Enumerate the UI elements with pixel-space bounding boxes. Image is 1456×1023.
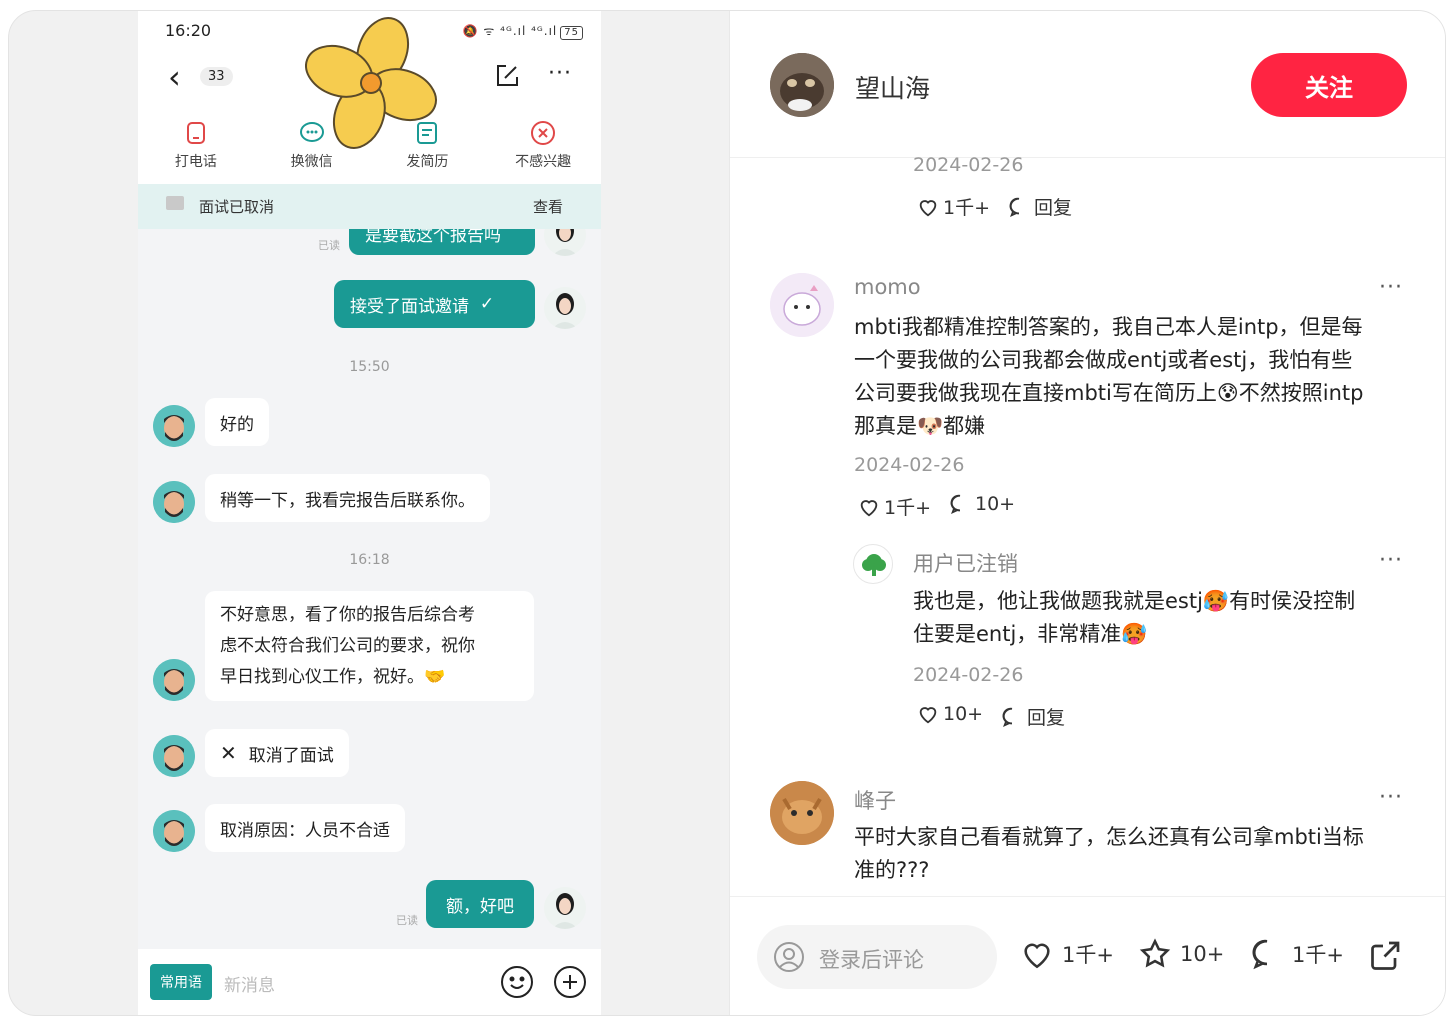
- comment-icon: [950, 494, 961, 515]
- read-receipt: 已读: [396, 914, 418, 927]
- avatar[interactable]: [153, 735, 195, 777]
- unread-badge: 33: [200, 67, 233, 86]
- action-not-interested[interactable]: 不感兴趣: [485, 109, 601, 185]
- action-call[interactable]: 打电话: [138, 109, 254, 185]
- like-button[interactable]: 1千+: [858, 493, 931, 520]
- heart-icon: [919, 199, 937, 216]
- timestamp: 15:50: [349, 359, 390, 375]
- heart-icon: [919, 707, 937, 724]
- comment-icon: [1002, 707, 1013, 727]
- more-icon[interactable]: ···: [1379, 275, 1403, 300]
- comment-date: 2024-02-26: [913, 154, 1024, 176]
- comment-text: mbti我都精准控制答案的，我自己本人是intp，但是每 一个要我做的公司我都会…: [854, 315, 1364, 438]
- chat-message-accepted: 接受了面试邀请 ✓: [334, 280, 535, 328]
- chat-screenshot: 是要截这个报告吗 已读 接受了面试邀请 ✓ 15:50 好的 稍等一下，我看完报…: [138, 11, 601, 1015]
- view-link[interactable]: 查看: [533, 196, 563, 217]
- comment-icon: [1252, 939, 1268, 970]
- heart-icon: [1024, 943, 1050, 969]
- avatar[interactable]: [153, 659, 195, 701]
- comment-date: 2024-02-26: [913, 664, 1024, 686]
- avatar[interactable]: [153, 810, 195, 852]
- not-interested-icon: [531, 121, 556, 145]
- edit-icon[interactable]: [494, 63, 520, 93]
- chat-message: 稍等一下，我看完报告后联系你。: [205, 474, 490, 522]
- flower-sticker-icon: [305, 17, 437, 149]
- commenter-avatar[interactable]: [770, 273, 834, 337]
- chat-message: 额，好吧: [426, 880, 534, 928]
- avatar[interactable]: [153, 481, 195, 523]
- share-button[interactable]: [1368, 937, 1404, 973]
- chat-message-rejection: 不好意思，看了你的报告后综合考 虑不太符合我们公司的要求，祝你 早日找到心仪工作…: [205, 591, 534, 701]
- chat-message: 好的: [205, 398, 269, 446]
- commenter-avatar[interactable]: [853, 544, 893, 584]
- timestamp: 16:18: [349, 552, 390, 568]
- login-to-comment-input[interactable]: 登录后评论: [757, 925, 997, 989]
- comment-date: 2024-02-26: [854, 454, 965, 476]
- check-icon: ✓: [479, 294, 495, 314]
- status-icons: 🔕 ᯤ ⁴ᴳ.ıl ⁴ᴳ.ıl 75: [463, 22, 583, 40]
- author-avatar[interactable]: [770, 53, 834, 117]
- author-name[interactable]: 望山海: [855, 69, 930, 105]
- commenter-avatar[interactable]: [770, 781, 834, 845]
- commenter-name[interactable]: 用户已注销: [913, 548, 1018, 578]
- avatar[interactable]: [544, 887, 586, 929]
- reply-button[interactable]: 回复: [1008, 193, 1072, 220]
- commenter-name[interactable]: momo: [854, 275, 921, 299]
- screenshot-frame: 是要截这个报告吗 已读 接受了面试邀请 ✓ 15:50 好的 稍等一下，我看完报…: [8, 10, 1446, 1016]
- chat-message-cancel: ✕ 取消了面试: [205, 729, 349, 777]
- like-button[interactable]: 10+: [917, 703, 983, 725]
- battery-icon: 75: [560, 26, 583, 40]
- user-icon: [774, 942, 804, 972]
- heart-icon: [860, 499, 878, 516]
- more-icon[interactable]: ···: [1379, 785, 1403, 810]
- more-icon[interactable]: ···: [548, 61, 572, 86]
- post-author-header: 望山海 关注: [730, 11, 1445, 158]
- share-icon: [1371, 941, 1400, 970]
- status-time: 16:20: [165, 21, 212, 40]
- reply-button[interactable]: 回复: [1001, 703, 1065, 730]
- comment-text: 我也是，他让我做题我就是estj🥵有时侯没控制 住要是entj，非常精准🥵: [913, 589, 1356, 646]
- close-icon: ✕: [220, 741, 237, 765]
- star-icon: [1139, 938, 1171, 968]
- common-phrases-button[interactable]: 常用语: [150, 964, 212, 1000]
- interview-cancelled-banner: 面试已取消 查看: [138, 184, 601, 229]
- avatar[interactable]: [153, 405, 195, 447]
- reply-button[interactable]: 10+: [949, 493, 1015, 515]
- emoji-icon[interactable]: [499, 964, 535, 1004]
- read-receipt: 已读: [318, 239, 340, 252]
- chat-message: 取消原因：人员不合适: [205, 804, 405, 852]
- plus-icon[interactable]: [552, 964, 588, 1004]
- comment-post-button[interactable]: 1千+: [1250, 937, 1344, 971]
- comment-text: 平时大家自己看看就算了，怎么还真有公司拿mbti当标 准的???: [854, 825, 1364, 882]
- more-icon[interactable]: ···: [1379, 548, 1403, 573]
- comment-footer-bar: 登录后评论 1千+ 10+ 1千+: [730, 896, 1445, 1015]
- follow-button[interactable]: 关注: [1251, 53, 1407, 117]
- collect-post-button[interactable]: 10+: [1138, 937, 1224, 971]
- back-icon[interactable]: ‹: [168, 61, 181, 93]
- like-post-button[interactable]: 1千+: [1020, 937, 1114, 971]
- phone-icon: [186, 122, 205, 144]
- comment-icon: [1009, 197, 1020, 217]
- comments-panel: 望山海 关注 2024-02-26 1千+ 回复 momo ··· mbti我都…: [729, 11, 1445, 1015]
- envelope-icon: [166, 196, 184, 210]
- message-input[interactable]: 新消息: [224, 971, 275, 996]
- commenter-name[interactable]: 峰子: [854, 785, 896, 815]
- avatar[interactable]: [544, 287, 586, 329]
- like-button[interactable]: 1千+: [917, 193, 990, 220]
- chat-input-bar: 常用语 新消息: [138, 949, 601, 1015]
